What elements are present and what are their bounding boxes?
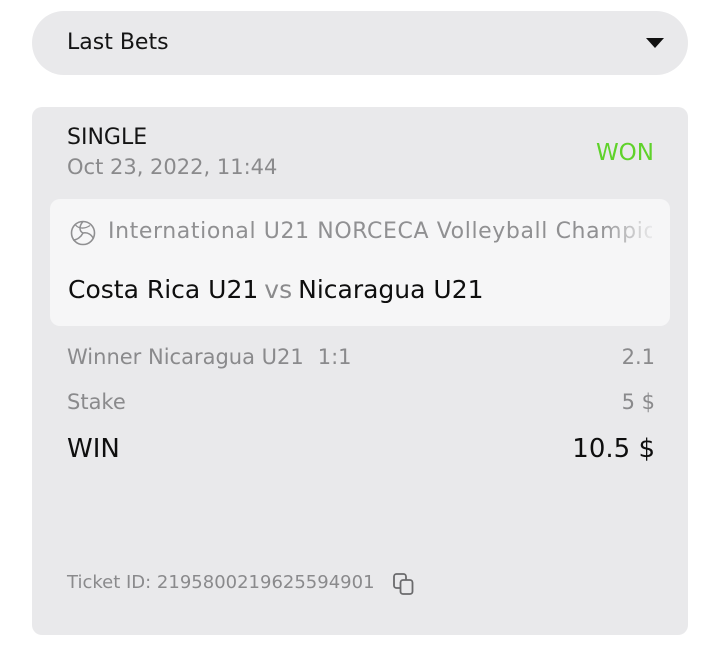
caret-down-icon bbox=[646, 38, 664, 48]
win-label: WIN bbox=[67, 434, 120, 464]
bet-card: SINGLE Oct 23, 2022, 11:44 WON Internati… bbox=[32, 107, 688, 635]
dropdown-label: Last Bets bbox=[67, 30, 169, 55]
last-bets-dropdown[interactable]: Last Bets bbox=[32, 11, 688, 75]
win-value: 10.5 $ bbox=[572, 434, 655, 464]
event-panel[interactable]: International U21 NORCECA Volleyball Cha… bbox=[50, 199, 670, 326]
score-label: 1:1 bbox=[317, 345, 352, 369]
odds-value: 2.1 bbox=[621, 345, 655, 369]
market-label: Winner Nicaragua U21 bbox=[67, 345, 304, 369]
volleyball-icon bbox=[70, 220, 96, 246]
stake-value: 5 $ bbox=[621, 390, 655, 414]
status-badge: WON bbox=[595, 140, 654, 166]
copy-icon[interactable] bbox=[392, 572, 416, 596]
away-team: Nicaragua U21 bbox=[298, 275, 484, 304]
league-name: International U21 NORCECA Volleyball Cha… bbox=[108, 219, 652, 244]
vs-separator: vs bbox=[264, 275, 293, 304]
league-fade bbox=[600, 213, 670, 249]
selection-market: Winner Nicaragua U21 1:1 bbox=[67, 343, 352, 371]
match-teams: Costa Rica U21 vs Nicaragua U21 bbox=[68, 273, 484, 307]
stake-label: Stake bbox=[67, 390, 126, 414]
bet-date: Oct 23, 2022, 11:44 bbox=[67, 155, 278, 179]
bet-type: SINGLE bbox=[67, 125, 148, 150]
ticket-id: Ticket ID: 2195800219625594901 bbox=[67, 572, 375, 593]
home-team: Costa Rica U21 bbox=[68, 275, 259, 304]
